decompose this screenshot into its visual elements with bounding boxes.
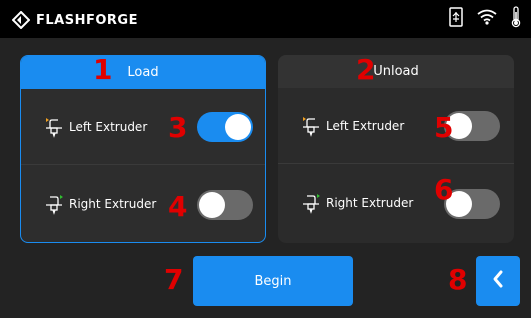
extruder-load-icon	[43, 193, 65, 215]
marker-1: 1	[93, 53, 113, 86]
marker-2: 2	[356, 53, 376, 86]
load-right-extruder-toggle[interactable]	[197, 190, 253, 220]
thermometer-icon	[511, 6, 521, 32]
unload-tab[interactable]: Unload	[278, 55, 514, 88]
flashforge-logo-icon	[11, 10, 31, 30]
unload-title: Unload	[373, 64, 419, 79]
unload-left-extruder-row: Left Extruder	[278, 88, 514, 164]
extruder-unload-icon	[300, 115, 322, 137]
marker-6: 6	[434, 173, 454, 206]
marker-5: 5	[434, 111, 454, 144]
back-button[interactable]	[476, 256, 520, 306]
chevron-left-icon	[491, 269, 505, 293]
load-title: Load	[127, 65, 159, 80]
unload-right-extruder-row: Right Extruder	[278, 165, 514, 241]
wifi-icon	[477, 9, 497, 29]
begin-button[interactable]: Begin	[193, 256, 353, 306]
unload-panel[interactable]: Unload Left Extruder Right Extruder	[278, 55, 514, 243]
load-tab[interactable]: Load	[21, 56, 265, 89]
unload-right-extruder-label: Right Extruder	[326, 196, 414, 210]
load-right-extruder-row: Right Extruder	[21, 166, 265, 242]
load-left-extruder-toggle[interactable]	[197, 112, 253, 142]
load-left-extruder-label: Left Extruder	[69, 119, 148, 134]
brand-name: FLASHFORGE	[36, 12, 138, 28]
load-panel[interactable]: Load Left Extruder Right Extruder	[20, 55, 266, 243]
load-right-extruder-label: Right Extruder	[69, 197, 157, 211]
unload-left-extruder-label: Left Extruder	[326, 118, 405, 133]
extruder-unload-icon	[300, 192, 322, 214]
marker-8: 8	[448, 263, 468, 296]
marker-3: 3	[168, 111, 188, 144]
begin-label: Begin	[254, 273, 292, 289]
marker-4: 4	[168, 190, 188, 223]
toggle-knob	[199, 192, 225, 218]
load-left-extruder-row: Left Extruder	[21, 89, 265, 165]
extruder-load-icon	[43, 116, 65, 138]
top-bar: FLASHFORGE	[0, 0, 531, 38]
marker-7: 7	[164, 263, 184, 296]
brand-logo: FLASHFORGE	[11, 10, 138, 30]
toggle-knob	[225, 114, 251, 140]
usb-icon	[449, 7, 463, 31]
